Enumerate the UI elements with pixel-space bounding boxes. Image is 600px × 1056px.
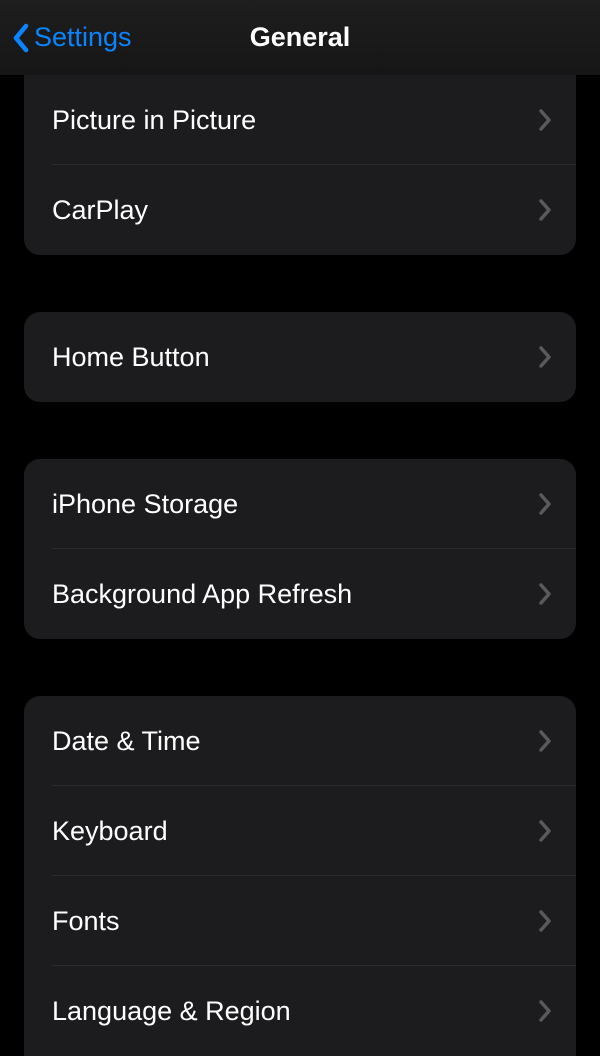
row-label: iPhone Storage bbox=[52, 489, 238, 520]
chevron-right-icon bbox=[538, 729, 552, 753]
chevron-right-icon bbox=[538, 108, 552, 132]
chevron-left-icon bbox=[12, 23, 30, 53]
row-label: Picture in Picture bbox=[52, 105, 256, 136]
row-label: Keyboard bbox=[52, 816, 168, 847]
row-label: Language & Region bbox=[52, 996, 291, 1027]
chevron-right-icon bbox=[538, 198, 552, 222]
settings-group-2: iPhone Storage Background App Refresh bbox=[24, 459, 576, 639]
row-home-button[interactable]: Home Button bbox=[24, 312, 576, 402]
row-fonts[interactable]: Fonts bbox=[24, 876, 576, 966]
chevron-right-icon bbox=[538, 999, 552, 1023]
row-picture-in-picture[interactable]: Picture in Picture bbox=[24, 75, 576, 165]
row-background-app-refresh[interactable]: Background App Refresh bbox=[24, 549, 576, 639]
row-language-region[interactable]: Language & Region bbox=[24, 966, 576, 1056]
back-button[interactable]: Settings bbox=[12, 22, 132, 53]
content: Picture in Picture CarPlay Home Button i… bbox=[0, 75, 600, 1056]
page-title: General bbox=[250, 22, 351, 53]
chevron-right-icon bbox=[538, 345, 552, 369]
chevron-right-icon bbox=[538, 582, 552, 606]
row-iphone-storage[interactable]: iPhone Storage bbox=[24, 459, 576, 549]
chevron-right-icon bbox=[538, 492, 552, 516]
row-keyboard[interactable]: Keyboard bbox=[24, 786, 576, 876]
chevron-right-icon bbox=[538, 819, 552, 843]
row-label: Fonts bbox=[52, 906, 120, 937]
row-label: Date & Time bbox=[52, 726, 201, 757]
row-label: Home Button bbox=[52, 342, 210, 373]
row-date-time[interactable]: Date & Time bbox=[24, 696, 576, 786]
row-label: CarPlay bbox=[52, 195, 148, 226]
back-label: Settings bbox=[34, 22, 132, 53]
row-carplay[interactable]: CarPlay bbox=[24, 165, 576, 255]
row-label: Background App Refresh bbox=[52, 579, 352, 610]
navbar: Settings General bbox=[0, 0, 600, 75]
settings-group-3: Date & Time Keyboard Fonts Language & Re… bbox=[24, 696, 576, 1056]
settings-group-0: Picture in Picture CarPlay bbox=[24, 75, 576, 255]
settings-group-1: Home Button bbox=[24, 312, 576, 402]
chevron-right-icon bbox=[538, 909, 552, 933]
